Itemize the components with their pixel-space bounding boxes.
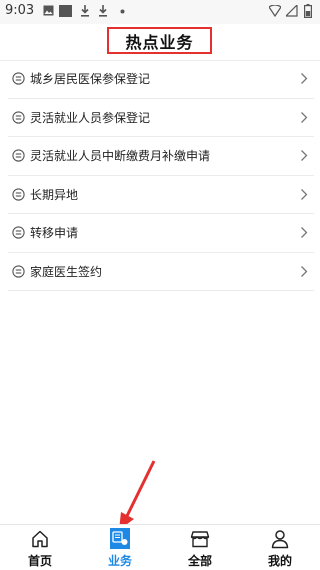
list-item-label: 灵活就业人员参保登记 xyxy=(30,110,151,125)
list-item-flexible-employment-registration[interactable]: 灵活就业人员参保登记 xyxy=(8,99,314,137)
chevron-right-icon xyxy=(301,150,308,161)
chevron-right-icon xyxy=(301,111,308,123)
signal-icon xyxy=(286,5,298,17)
notification-dot-icon xyxy=(120,9,125,14)
chevron-right-icon xyxy=(301,188,308,200)
list-item-label: 转移申请 xyxy=(30,226,79,240)
list-item-interrupted-payment-supplement[interactable]: 灵活就业人员中断缴费月补缴申请 xyxy=(8,137,314,176)
service-item-icon xyxy=(12,264,25,278)
service-list: 城乡居民医保参保登记 灵活就业人员参保登记 灵活就业人员中断缴费月补缴申请 长期… xyxy=(0,60,320,291)
tab-home[interactable]: 首页 xyxy=(0,525,80,570)
tab-business[interactable]: 业务 xyxy=(80,525,160,570)
list-item-transfer-application[interactable]: 转移申请 xyxy=(8,214,314,253)
business-icon xyxy=(110,528,130,549)
tab-all[interactable]: 全部 xyxy=(160,525,240,570)
chevron-right-icon xyxy=(301,73,308,84)
status-time: 9:03 xyxy=(5,3,35,18)
service-item-icon xyxy=(12,149,25,162)
page-title: 热点业务 xyxy=(125,32,194,52)
service-item-icon xyxy=(12,226,25,239)
image-icon xyxy=(43,5,54,16)
chevron-right-icon xyxy=(301,227,308,238)
wifi-icon xyxy=(269,5,281,17)
service-item-icon xyxy=(12,187,25,201)
download-icon xyxy=(81,5,89,17)
list-item-label: 城乡居民医保参保登记 xyxy=(30,72,151,86)
tab-home-label: 首页 xyxy=(27,554,52,568)
list-item-label: 长期异地 xyxy=(30,187,79,202)
title-bar: 热点业务 xyxy=(0,24,320,61)
download-icon xyxy=(99,5,107,17)
tab-business-label: 业务 xyxy=(107,554,132,568)
service-item-icon xyxy=(12,110,25,124)
status-bar: 9:03 xyxy=(0,0,320,24)
tab-mine[interactable]: 我的 xyxy=(240,525,320,570)
list-item-family-doctor-signing[interactable]: 家庭医生签约 xyxy=(8,253,314,291)
page-title-box: 热点业务 xyxy=(107,27,212,54)
chevron-right-icon xyxy=(301,265,308,277)
store-icon xyxy=(190,531,210,548)
app-icon xyxy=(59,5,72,17)
tab-mine-label: 我的 xyxy=(267,554,292,568)
battery-icon xyxy=(304,4,312,18)
user-icon xyxy=(271,530,289,549)
list-item-long-term-remote[interactable]: 长期异地 xyxy=(8,176,314,214)
list-item-urban-rural-insurance-registration[interactable]: 城乡居民医保参保登记 xyxy=(8,60,314,99)
home-icon xyxy=(32,530,48,548)
bottom-tab-bar: 首页 业务 全部 我的 xyxy=(0,524,320,570)
tab-all-label: 全部 xyxy=(187,554,212,568)
service-item-icon xyxy=(12,72,25,85)
list-item-label: 家庭医生签约 xyxy=(30,264,103,279)
list-item-label: 灵活就业人员中断缴费月补缴申请 xyxy=(30,149,211,163)
